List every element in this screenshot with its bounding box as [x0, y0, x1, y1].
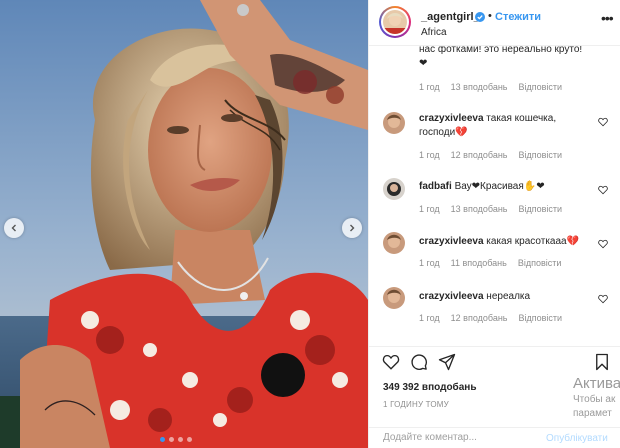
comment-time[interactable]: 1 год — [419, 204, 440, 214]
commenter-avatar[interactable] — [383, 178, 405, 200]
reply-button[interactable]: Відповісти — [519, 82, 563, 92]
comment-item: crazyxivleeva такая кошечка, господи💔 — [419, 112, 589, 140]
comment-item: fadbafi Вау❤Красивая✋❤ — [419, 180, 589, 194]
selfie-photo — [0, 0, 368, 448]
reply-button[interactable]: Відповісти — [519, 313, 563, 323]
follow-button[interactable]: Стежити — [495, 11, 541, 23]
carousel-dot — [187, 437, 192, 442]
chevron-right-icon — [350, 224, 355, 232]
comment-likes[interactable]: 13 вподобань — [451, 204, 508, 214]
comment-meta: 1 год 12 вподобань Відповісти — [419, 150, 562, 160]
carousel-dot — [169, 437, 174, 442]
comment-likes[interactable]: 13 вподобань — [451, 82, 508, 92]
likes-count[interactable]: 349 392 вподобань — [383, 382, 476, 393]
heart-icon[interactable] — [598, 239, 608, 249]
ellipsis-icon[interactable]: ••• — [601, 10, 614, 26]
heart-icon[interactable] — [598, 117, 608, 127]
comment-item: crazyxivleeva какая красоткааа💔 — [419, 235, 589, 249]
previous-photo-button[interactable] — [4, 218, 24, 238]
reply-button[interactable]: Відповісти — [519, 150, 563, 160]
activation-title: Актива — [573, 375, 620, 392]
comments-list[interactable]: нас фотками! это нереально круто!❤ 1 год… — [369, 46, 620, 346]
comment-item: crazyxivleeva нереалка — [419, 290, 589, 304]
posted-time[interactable]: 1 ГОДИНУ ТОМУ — [383, 400, 449, 409]
avatar — [383, 10, 407, 34]
commenter-avatar[interactable] — [383, 232, 405, 254]
os-activation-overlay: Актива Чтобы ак парамет — [573, 375, 620, 420]
comment-meta: 1 год 11 вподобань Відповісти — [419, 258, 561, 268]
comment-text: какая красоткааа💔 — [486, 236, 580, 247]
chevron-left-icon — [11, 224, 16, 232]
instagram-post: _agentgirl_ • Стежити Africa ••• нас фот… — [0, 0, 620, 448]
reply-button[interactable]: Відповісти — [519, 204, 563, 214]
publish-button[interactable]: Опублікувати — [546, 433, 608, 444]
author-username[interactable]: _agentgirl_ — [421, 11, 480, 23]
commenter-avatar[interactable] — [383, 287, 405, 309]
next-photo-button[interactable] — [342, 218, 362, 238]
heart-icon[interactable] — [382, 353, 400, 371]
commenter-username[interactable]: crazyxivleeva — [419, 113, 484, 124]
comment-time[interactable]: 1 год — [419, 82, 440, 92]
comment-time[interactable]: 1 год — [419, 313, 440, 323]
commenter-username[interactable]: crazyxivleeva — [419, 236, 484, 247]
commenter-username[interactable]: crazyxivleeva — [419, 291, 484, 302]
comment-likes[interactable]: 12 вподобань — [451, 150, 508, 160]
comment-time[interactable]: 1 год — [419, 258, 440, 268]
add-comment-row: Опублікувати — [369, 427, 620, 448]
share-icon[interactable] — [438, 353, 456, 371]
post-header: _agentgirl_ • Стежити Africa ••• — [369, 0, 620, 46]
comment-likes[interactable]: 11 вподобань — [451, 258, 507, 268]
comment-item: нас фотками! это нереально круто!❤ — [419, 46, 589, 71]
comment-text: нереалка — [486, 291, 531, 302]
comment-icon[interactable] — [410, 353, 428, 371]
commenter-avatar[interactable] — [383, 112, 405, 134]
heart-icon[interactable] — [598, 185, 608, 195]
header-separator: • — [488, 10, 492, 22]
comment-meta: 1 год 12 вподобань Відповісти — [419, 313, 562, 323]
carousel-dots — [160, 437, 192, 442]
post-photo[interactable] — [0, 0, 368, 448]
bookmark-icon[interactable] — [593, 353, 611, 371]
comment-input[interactable] — [383, 432, 533, 443]
post-side-panel: _agentgirl_ • Стежити Africa ••• нас фот… — [368, 0, 620, 448]
carousel-dot — [160, 437, 165, 442]
comment-meta: 1 год 13 вподобань Відповісти — [419, 82, 562, 92]
verified-badge-icon — [475, 12, 485, 22]
author-avatar[interactable] — [379, 6, 411, 38]
comment-likes[interactable]: 12 вподобань — [451, 313, 508, 323]
commenter-username[interactable]: fadbafi — [419, 181, 452, 192]
heart-icon[interactable] — [598, 294, 608, 304]
post-actions: 349 392 вподобань 1 ГОДИНУ ТОМУ Актива Ч… — [369, 346, 620, 448]
comment-time[interactable]: 1 год — [419, 150, 440, 160]
activation-line-2: парамет — [573, 408, 612, 419]
comment-text: нас фотками! это нереально круто!❤ — [419, 46, 583, 69]
activation-line-1: Чтобы ак — [573, 394, 616, 405]
reply-button[interactable]: Відповісти — [518, 258, 562, 268]
carousel-dot — [178, 437, 183, 442]
comment-meta: 1 год 13 вподобань Відповісти — [419, 204, 562, 214]
post-location[interactable]: Africa — [421, 27, 447, 38]
comment-text: Вау❤Красивая✋❤ — [454, 181, 545, 192]
